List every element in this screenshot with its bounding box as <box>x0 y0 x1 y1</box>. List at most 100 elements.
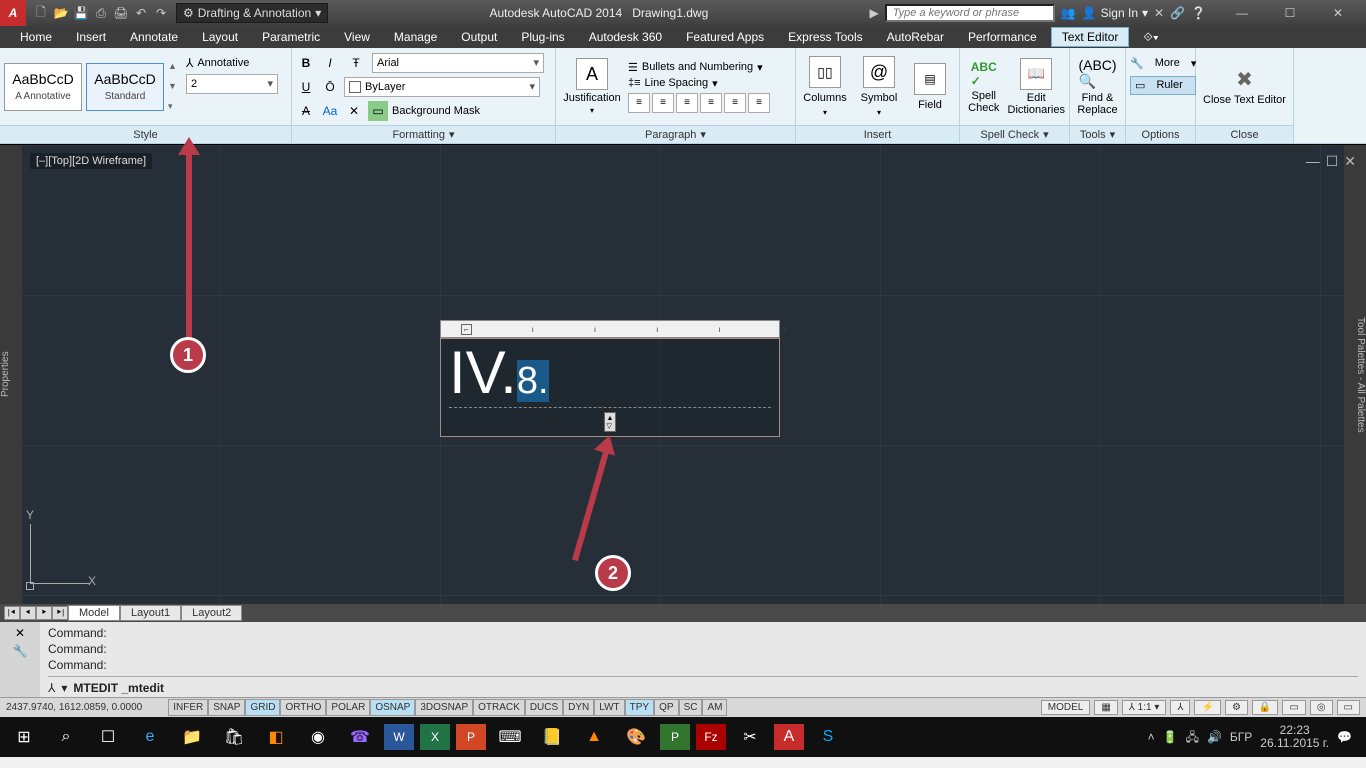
tab-featured-apps[interactable]: Featured Apps <box>676 28 774 46</box>
powerpoint-icon[interactable]: P <box>456 724 486 750</box>
explorer-icon[interactable]: 📁 <box>174 722 210 752</box>
word-icon[interactable]: W <box>384 724 414 750</box>
font-icon[interactable]: Ŧ <box>344 53 368 73</box>
field-button[interactable]: ▤ Field <box>908 63 952 111</box>
mtext-content[interactable]: IV.8. <box>449 343 771 403</box>
font-combo[interactable]: Arial ▾ <box>372 53 544 73</box>
linespacing-button[interactable]: ‡≡ Line Spacing ▾ <box>628 77 770 90</box>
cleanscreen-icon[interactable]: ▭ <box>1337 700 1360 715</box>
isolate-icon[interactable]: ◎ <box>1310 700 1333 715</box>
autocad-icon[interactable]: A <box>774 724 804 750</box>
tray-lang[interactable]: БГР <box>1230 731 1252 744</box>
clear-button[interactable]: ✕ <box>344 101 364 121</box>
play-icon[interactable]: ▶ <box>870 6 879 20</box>
toggle-osnap[interactable]: OSNAP <box>370 699 415 716</box>
clock[interactable]: 22:23 26.11.2015 г. <box>1260 724 1329 750</box>
hardware-icon[interactable]: ▭ <box>1282 700 1305 715</box>
help-icon[interactable]: ❔ <box>1191 6 1206 20</box>
bgmask-icon[interactable]: ▭ <box>368 101 388 121</box>
toggle-sc[interactable]: SC <box>679 699 703 716</box>
close-editor-button[interactable]: ✖ Close Text Editor <box>1200 67 1289 106</box>
resize-handle[interactable]: ▲▽ <box>604 412 616 432</box>
qat-new-icon[interactable]: 🗋 <box>32 4 50 22</box>
tab-performance[interactable]: Performance <box>958 28 1047 46</box>
qat-saveas-icon[interactable]: ⎙ <box>92 4 110 22</box>
tray-notifications-icon[interactable]: 💬 <box>1337 731 1352 744</box>
notes-icon[interactable]: 📒 <box>534 722 570 752</box>
toggle-dyn[interactable]: DYN <box>563 699 594 716</box>
tab-plug-ins[interactable]: Plug-ins <box>511 28 574 46</box>
qat-print-icon[interactable]: 🖨 <box>112 4 130 22</box>
skype-icon[interactable]: S <box>810 722 846 752</box>
tab-parametric[interactable]: Parametric <box>252 28 330 46</box>
mtext-editor[interactable]: ⌐ ıııı ◇ IV.8. ▲▽ <box>440 320 780 437</box>
justification-button[interactable]: A Justification ▾ <box>560 58 624 115</box>
project-icon[interactable]: P <box>660 724 690 750</box>
viber-icon[interactable]: ☎ <box>342 722 378 752</box>
case-button[interactable]: Aa <box>320 101 340 121</box>
calculator-icon[interactable]: ⌨ <box>492 722 528 752</box>
tab-prev-button[interactable]: ⯇ <box>20 606 36 620</box>
tray-volume-icon[interactable]: 🔊 <box>1207 731 1222 744</box>
search-icon[interactable]: ⌕ <box>48 722 84 752</box>
text-height-combo[interactable]: 2 ▾ <box>186 74 278 94</box>
panel-title-formatting[interactable]: Formatting ▾ <box>292 125 555 143</box>
layout-tab-layout2[interactable]: Layout2 <box>181 605 242 621</box>
start-button[interactable]: ⊞ <box>6 722 42 752</box>
stayconnected-icon[interactable]: 🔗 <box>1170 6 1185 20</box>
panel-title-spellcheck[interactable]: Spell Check ▾ <box>960 125 1069 143</box>
ruler-grip-icon[interactable]: ◇ <box>781 325 787 334</box>
search-input[interactable] <box>885 4 1055 22</box>
app-icon[interactable]: ◧ <box>258 722 294 752</box>
align-justify-button[interactable]: ≡ <box>700 93 722 113</box>
qat-open-icon[interactable]: 📂 <box>52 4 70 22</box>
more-button[interactable]: 🔧 More ▾ <box>1130 57 1196 70</box>
filezilla-icon[interactable]: Fz <box>696 724 726 750</box>
toggle-3dosnap[interactable]: 3DOSNAP <box>415 699 473 716</box>
store-icon[interactable]: 🛍 <box>216 722 252 752</box>
tab-autorebar[interactable]: AutoRebar <box>877 28 954 46</box>
annoscale-button[interactable]: ⅄ 1:1 ▾ <box>1122 700 1167 715</box>
layout-tab-layout1[interactable]: Layout1 <box>120 605 181 621</box>
bold-button[interactable]: B <box>296 53 316 73</box>
tab-view[interactable]: View <box>334 28 380 46</box>
command-window[interactable]: Command:Command:Command: ⅄ ▾ MTEDIT _mte… <box>40 622 1366 697</box>
chrome-icon[interactable]: ◉ <box>300 722 336 752</box>
qat-undo-icon[interactable]: ↶ <box>132 4 150 22</box>
tab-manage[interactable]: Manage <box>384 28 447 46</box>
toggle-grid[interactable]: GRID <box>245 699 280 716</box>
cmd-config-icon[interactable]: 🔧 <box>13 644 28 658</box>
close-button[interactable]: ✕ <box>1318 6 1358 20</box>
cmd-close-icon[interactable]: ✕ <box>15 626 25 640</box>
tab-stop-icon[interactable]: ⌐ <box>461 324 472 335</box>
minimize-button[interactable]: — <box>1222 6 1262 20</box>
style-standard[interactable]: AaBbCcD Standard <box>86 63 164 111</box>
align-center-button[interactable]: ≡ <box>652 93 674 113</box>
panel-title-paragraph[interactable]: Paragraph ▾ <box>556 125 795 143</box>
tab-first-button[interactable]: |⯇ <box>4 606 20 620</box>
tray-up-icon[interactable]: ˄ <box>1148 731 1155 744</box>
paint-icon[interactable]: 🎨 <box>618 722 654 752</box>
toggle-infer[interactable]: INFER <box>168 699 208 716</box>
panel-title-tools[interactable]: Tools ▾ <box>1070 125 1125 143</box>
toggle-qp[interactable]: QP <box>654 699 678 716</box>
style-expand-icon[interactable]: ▾ <box>168 101 182 112</box>
align-right-button[interactable]: ≡ <box>676 93 698 113</box>
tool-palettes[interactable]: Tool Palettes - All Palettes <box>1344 145 1366 604</box>
snip-icon[interactable]: ✂ <box>732 722 768 752</box>
color-combo[interactable]: ByLayer ▾ <box>344 77 540 97</box>
viewport-close-icon[interactable]: ✕ <box>1344 153 1356 170</box>
tray-network-icon[interactable]: 🖧 <box>1186 731 1199 744</box>
status-grid-icon[interactable]: ▦ <box>1094 700 1117 715</box>
excel-icon[interactable]: X <box>420 724 450 750</box>
annovis-icon[interactable]: ⅄ <box>1170 700 1190 715</box>
bullets-button[interactable]: ☰ Bullets and Numbering ▾ <box>628 61 770 74</box>
style-down-icon[interactable]: ▼ <box>168 81 182 91</box>
toggle-otrack[interactable]: OTRACK <box>473 699 525 716</box>
vlc-icon[interactable]: ▲ <box>576 722 612 752</box>
italic-button[interactable]: I <box>320 53 340 73</box>
properties-palette[interactable]: Properties <box>0 145 22 604</box>
toggle-am[interactable]: AM <box>702 699 727 716</box>
toggle-tpy[interactable]: TPY <box>625 699 654 716</box>
toggle-snap[interactable]: SNAP <box>208 699 245 716</box>
